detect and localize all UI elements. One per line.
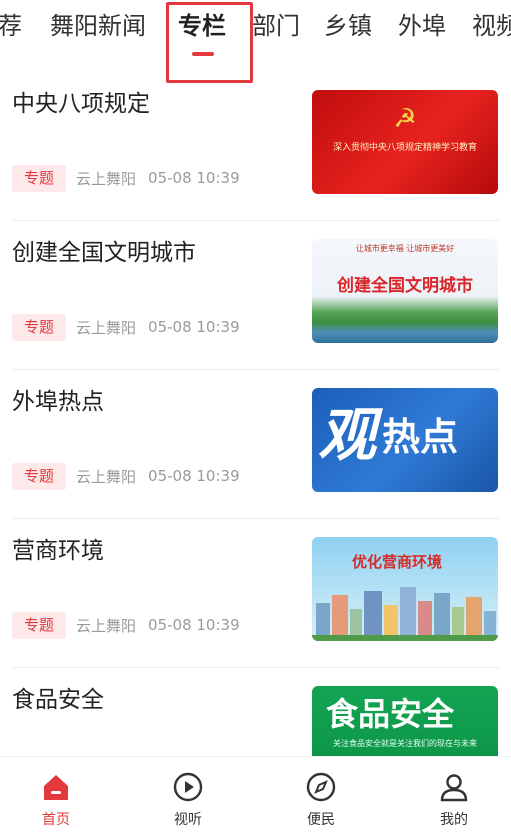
item-meta: 专题 云上舞阳 05-08 10:39	[12, 611, 240, 639]
thumbnail-caption: 优化营商环境	[352, 553, 443, 571]
item-thumbnail[interactable]: 优化营商环境	[312, 537, 498, 641]
nav-home[interactable]: 首页	[16, 757, 96, 836]
topic-tag: 专题	[12, 313, 67, 341]
topic-tag: 专题	[12, 462, 67, 490]
tab-video[interactable]: 视频	[472, 8, 511, 44]
city-buildings-illustration	[312, 587, 498, 641]
nav-media-label: 视听	[174, 812, 202, 828]
item-title: 营商环境	[12, 538, 104, 564]
item-source: 云上舞阳	[76, 318, 137, 337]
tab-departments[interactable]: 部门	[252, 8, 300, 44]
nav-me-label: 我的	[440, 812, 468, 828]
item-time: 05-08 10:39	[148, 169, 240, 187]
tab-outside[interactable]: 外埠	[398, 8, 446, 44]
tab-towns[interactable]: 乡镇	[324, 8, 372, 44]
play-circle-icon	[173, 772, 203, 802]
item-meta: 专题 云上舞阳 05-08 10:39	[12, 462, 240, 490]
item-title: 中央八项规定	[12, 91, 150, 117]
bottom-navigation: 首页 视听 便民 我的	[0, 756, 511, 836]
nav-services-label: 便民	[307, 812, 335, 828]
topic-tag: 专题	[12, 611, 67, 639]
item-time: 05-08 10:39	[148, 318, 240, 336]
thumbnail-slogan: 关注食品安全就是关注我们的现在与未来	[333, 739, 477, 748]
item-title: 创建全国文明城市	[12, 240, 196, 266]
item-thumbnail[interactable]: ☭ 深入贯彻中央八项规定精神学习教育	[312, 90, 498, 194]
item-thumbnail[interactable]: 观 热点	[312, 388, 498, 492]
compass-icon	[306, 772, 336, 802]
thumbnail-caption-a: 观	[318, 401, 377, 469]
item-time: 05-08 10:39	[148, 467, 240, 485]
list-item[interactable]: 中央八项规定 专题 云上舞阳 05-08 10:39 ☭ 深入贯彻中央八项规定精…	[0, 72, 511, 221]
tab-wuyang-news[interactable]: 舞阳新闻	[50, 8, 146, 44]
home-icon	[44, 775, 68, 800]
item-source: 云上舞阳	[76, 616, 137, 635]
nav-media[interactable]: 视听	[148, 757, 228, 836]
user-icon	[440, 774, 468, 802]
category-tab-bar: 荐 舞阳新闻 专栏 部门 乡镇 外埠 视频	[0, 0, 511, 72]
party-emblem-icon: ☭	[393, 104, 417, 134]
active-tab-highlight-box	[166, 2, 253, 83]
thumbnail-caption: 创建全国文明城市	[337, 276, 473, 296]
thumbnail-caption: 食品安全	[326, 695, 455, 733]
nav-services[interactable]: 便民	[281, 757, 361, 836]
item-meta: 专题 云上舞阳 05-08 10:39	[12, 313, 240, 341]
list-item[interactable]: 创建全国文明城市 专题 云上舞阳 05-08 10:39 让城市更幸福 让城市更…	[0, 221, 511, 370]
item-thumbnail[interactable]: 让城市更幸福 让城市更美好 创建全国文明城市	[312, 239, 498, 343]
thumbnail-slogan: 让城市更幸福 让城市更美好	[355, 244, 455, 253]
tab-recommend[interactable]: 荐	[0, 8, 22, 44]
item-source: 云上舞阳	[76, 467, 137, 486]
nav-me[interactable]: 我的	[414, 757, 494, 836]
thumbnail-caption: 深入贯彻中央八项规定精神学习教育	[332, 143, 477, 153]
topic-tag: 专题	[12, 164, 67, 192]
item-title: 外埠热点	[12, 389, 104, 415]
item-source: 云上舞阳	[76, 169, 137, 188]
item-meta: 专题 云上舞阳 05-08 10:39	[12, 164, 240, 192]
list-item[interactable]: 营商环境 专题 云上舞阳 05-08 10:39 优化营商环境	[0, 519, 511, 668]
nav-home-label: 首页	[42, 812, 70, 828]
thumbnail-caption-b: 热点	[382, 415, 459, 459]
item-title: 食品安全	[12, 687, 104, 713]
list-item[interactable]: 外埠热点 专题 云上舞阳 05-08 10:39 观 热点	[0, 370, 511, 519]
item-time: 05-08 10:39	[148, 616, 240, 634]
